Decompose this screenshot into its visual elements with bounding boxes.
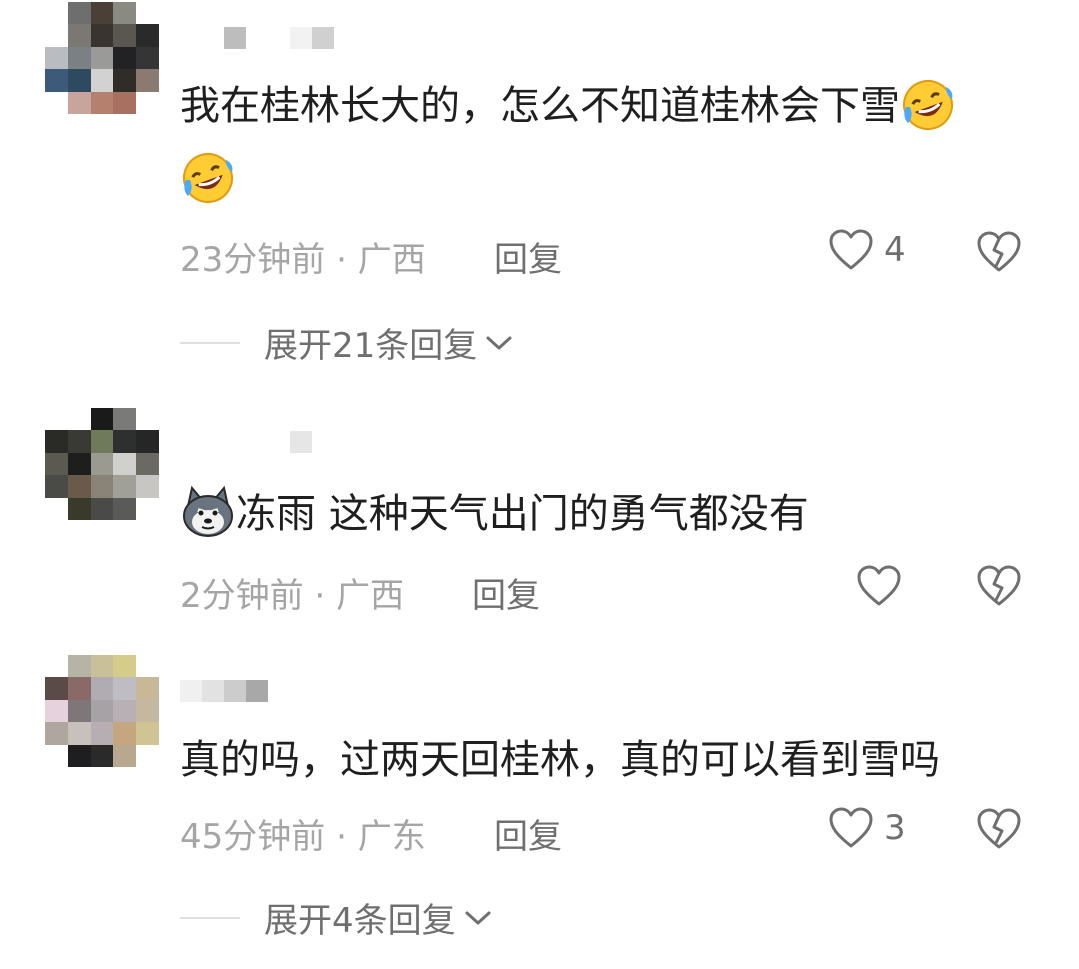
divider-line bbox=[180, 341, 240, 344]
rofl-emoji-icon bbox=[903, 80, 953, 130]
avatar[interactable] bbox=[45, 408, 159, 520]
broken-heart-icon[interactable] bbox=[976, 564, 1022, 608]
reply-button[interactable]: 回复 bbox=[494, 809, 562, 858]
comment-text: 冻雨 这种天气出门的勇气都没有 bbox=[180, 476, 809, 552]
chevron-down-icon bbox=[486, 336, 512, 349]
reply-button[interactable]: 回复 bbox=[494, 232, 562, 281]
username[interactable] bbox=[180, 680, 268, 702]
meta-separator: · bbox=[325, 240, 358, 280]
username[interactable] bbox=[180, 27, 334, 49]
meta-separator: · bbox=[325, 817, 358, 857]
expand-replies-label: 展开4条回复 bbox=[264, 901, 456, 941]
husky-dog-emoji-icon bbox=[183, 485, 233, 537]
username[interactable] bbox=[180, 431, 312, 453]
like-button[interactable] bbox=[856, 564, 912, 608]
like-count: 4 bbox=[884, 230, 906, 270]
heart-outline-icon bbox=[857, 565, 901, 606]
reply-button[interactable]: 回复 bbox=[472, 568, 540, 617]
location: 广东 bbox=[357, 817, 426, 857]
chevron-down-icon bbox=[465, 911, 491, 924]
like-button[interactable]: 3 bbox=[828, 806, 906, 850]
comment-meta: 2分钟前 · 广西 bbox=[180, 568, 404, 617]
comment-text: 真的吗，过两天回桂林，真的可以看到雪吗 bbox=[180, 737, 940, 783]
heart-outline-icon bbox=[829, 807, 873, 848]
comment-meta: 23分钟前 · 广西 bbox=[180, 232, 426, 281]
avatar[interactable] bbox=[45, 655, 159, 767]
comment-text: 我在桂林长大的，怎么不知道桂林会下雪 bbox=[180, 68, 956, 220]
like-button[interactable]: 4 bbox=[828, 228, 906, 272]
divider-line bbox=[180, 916, 240, 919]
avatar[interactable] bbox=[45, 2, 159, 114]
rofl-emoji-icon bbox=[183, 153, 233, 203]
expand-replies-label: 展开21条回复 bbox=[264, 326, 478, 366]
heart-outline-icon bbox=[829, 229, 873, 270]
timestamp: 23分钟前 bbox=[180, 240, 326, 280]
timestamp: 2分钟前 bbox=[180, 576, 304, 616]
timestamp: 45分钟前 bbox=[180, 817, 326, 857]
location: 广西 bbox=[336, 576, 405, 616]
broken-heart-icon[interactable] bbox=[976, 807, 1022, 851]
expand-replies-button[interactable]: 展开4条回复 bbox=[180, 893, 492, 942]
broken-heart-icon[interactable] bbox=[976, 230, 1022, 274]
expand-replies-button[interactable]: 展开21条回复 bbox=[180, 318, 513, 367]
like-count: 3 bbox=[884, 808, 906, 848]
location: 广西 bbox=[357, 240, 426, 280]
meta-separator: · bbox=[303, 576, 337, 616]
comment-meta: 45分钟前 · 广东 bbox=[180, 809, 426, 858]
